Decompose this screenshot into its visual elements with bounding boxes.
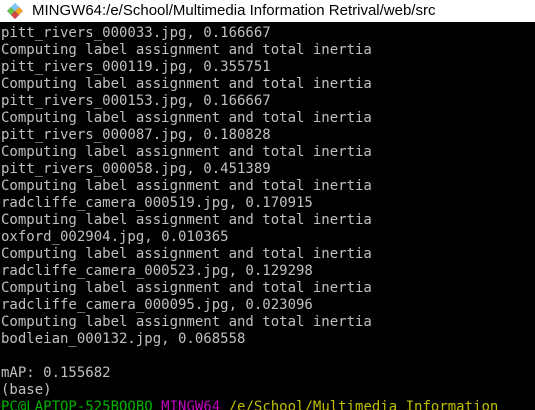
shell-prompt[interactable]: PC@LAPTOP-525BQOBQ MINGW64 /e/School/Mul… — [0, 399, 535, 410]
output-line: Computing label assignment and total ine… — [1, 42, 372, 58]
output-line: radcliffe_camera_000095.jpg, 0.023096 — [1, 297, 313, 313]
output-line: Computing label assignment and total ine… — [1, 76, 372, 92]
output-line: pitt_rivers_000119.jpg, 0.355751 — [1, 59, 271, 75]
prompt-system: MINGW64 — [161, 399, 221, 410]
output-line: pitt_rivers_000058.jpg, 0.451389 — [1, 161, 271, 177]
conda-env-line: (base) — [1, 382, 52, 398]
output-line: Computing label assignment and total ine… — [1, 212, 372, 228]
output-lines: pitt_rivers_000033.jpg, 0.166667 Computin… — [0, 25, 535, 348]
terminal-window: MINGW64:/e/School/Multimedia Information… — [0, 0, 535, 410]
output-line: Computing label assignment and total ine… — [1, 246, 372, 262]
output-line: Computing label assignment and total ine… — [1, 178, 372, 194]
output-line: bodleian_000132.jpg, 0.068558 — [1, 331, 246, 347]
output-line: radcliffe_camera_000519.jpg, 0.170915 — [1, 195, 313, 211]
window-title: MINGW64:/e/School/Multimedia Information… — [32, 2, 436, 19]
output-line: Computing label assignment and total ine… — [1, 280, 372, 296]
terminal-output[interactable]: pitt_rivers_000033.jpg, 0.166667 Computin… — [0, 25, 535, 410]
output-line: Computing label assignment and total ine… — [1, 144, 372, 160]
output-line: oxford_002904.jpg, 0.010365 — [1, 229, 229, 245]
output-line: pitt_rivers_000033.jpg, 0.166667 — [1, 25, 271, 41]
output-line: pitt_rivers_000153.jpg, 0.166667 — [1, 93, 271, 109]
title-bar[interactable]: MINGW64:/e/School/Multimedia Information… — [0, 0, 535, 22]
prompt-user-host: PC@LAPTOP-525BQOBQ — [1, 399, 153, 410]
prompt-path: /e/School/Multimedia Information — [228, 399, 499, 410]
output-line: Computing label assignment and total ine… — [1, 110, 372, 126]
map-result-line: mAP: 0.155682 — [1, 365, 111, 381]
output-line: Computing label assignment and total ine… — [1, 314, 372, 330]
output-line: radcliffe_camera_000523.jpg, 0.129298 — [1, 263, 313, 279]
output-line: pitt_rivers_000087.jpg, 0.180828 — [1, 127, 271, 143]
mingw-app-icon — [7, 3, 23, 19]
